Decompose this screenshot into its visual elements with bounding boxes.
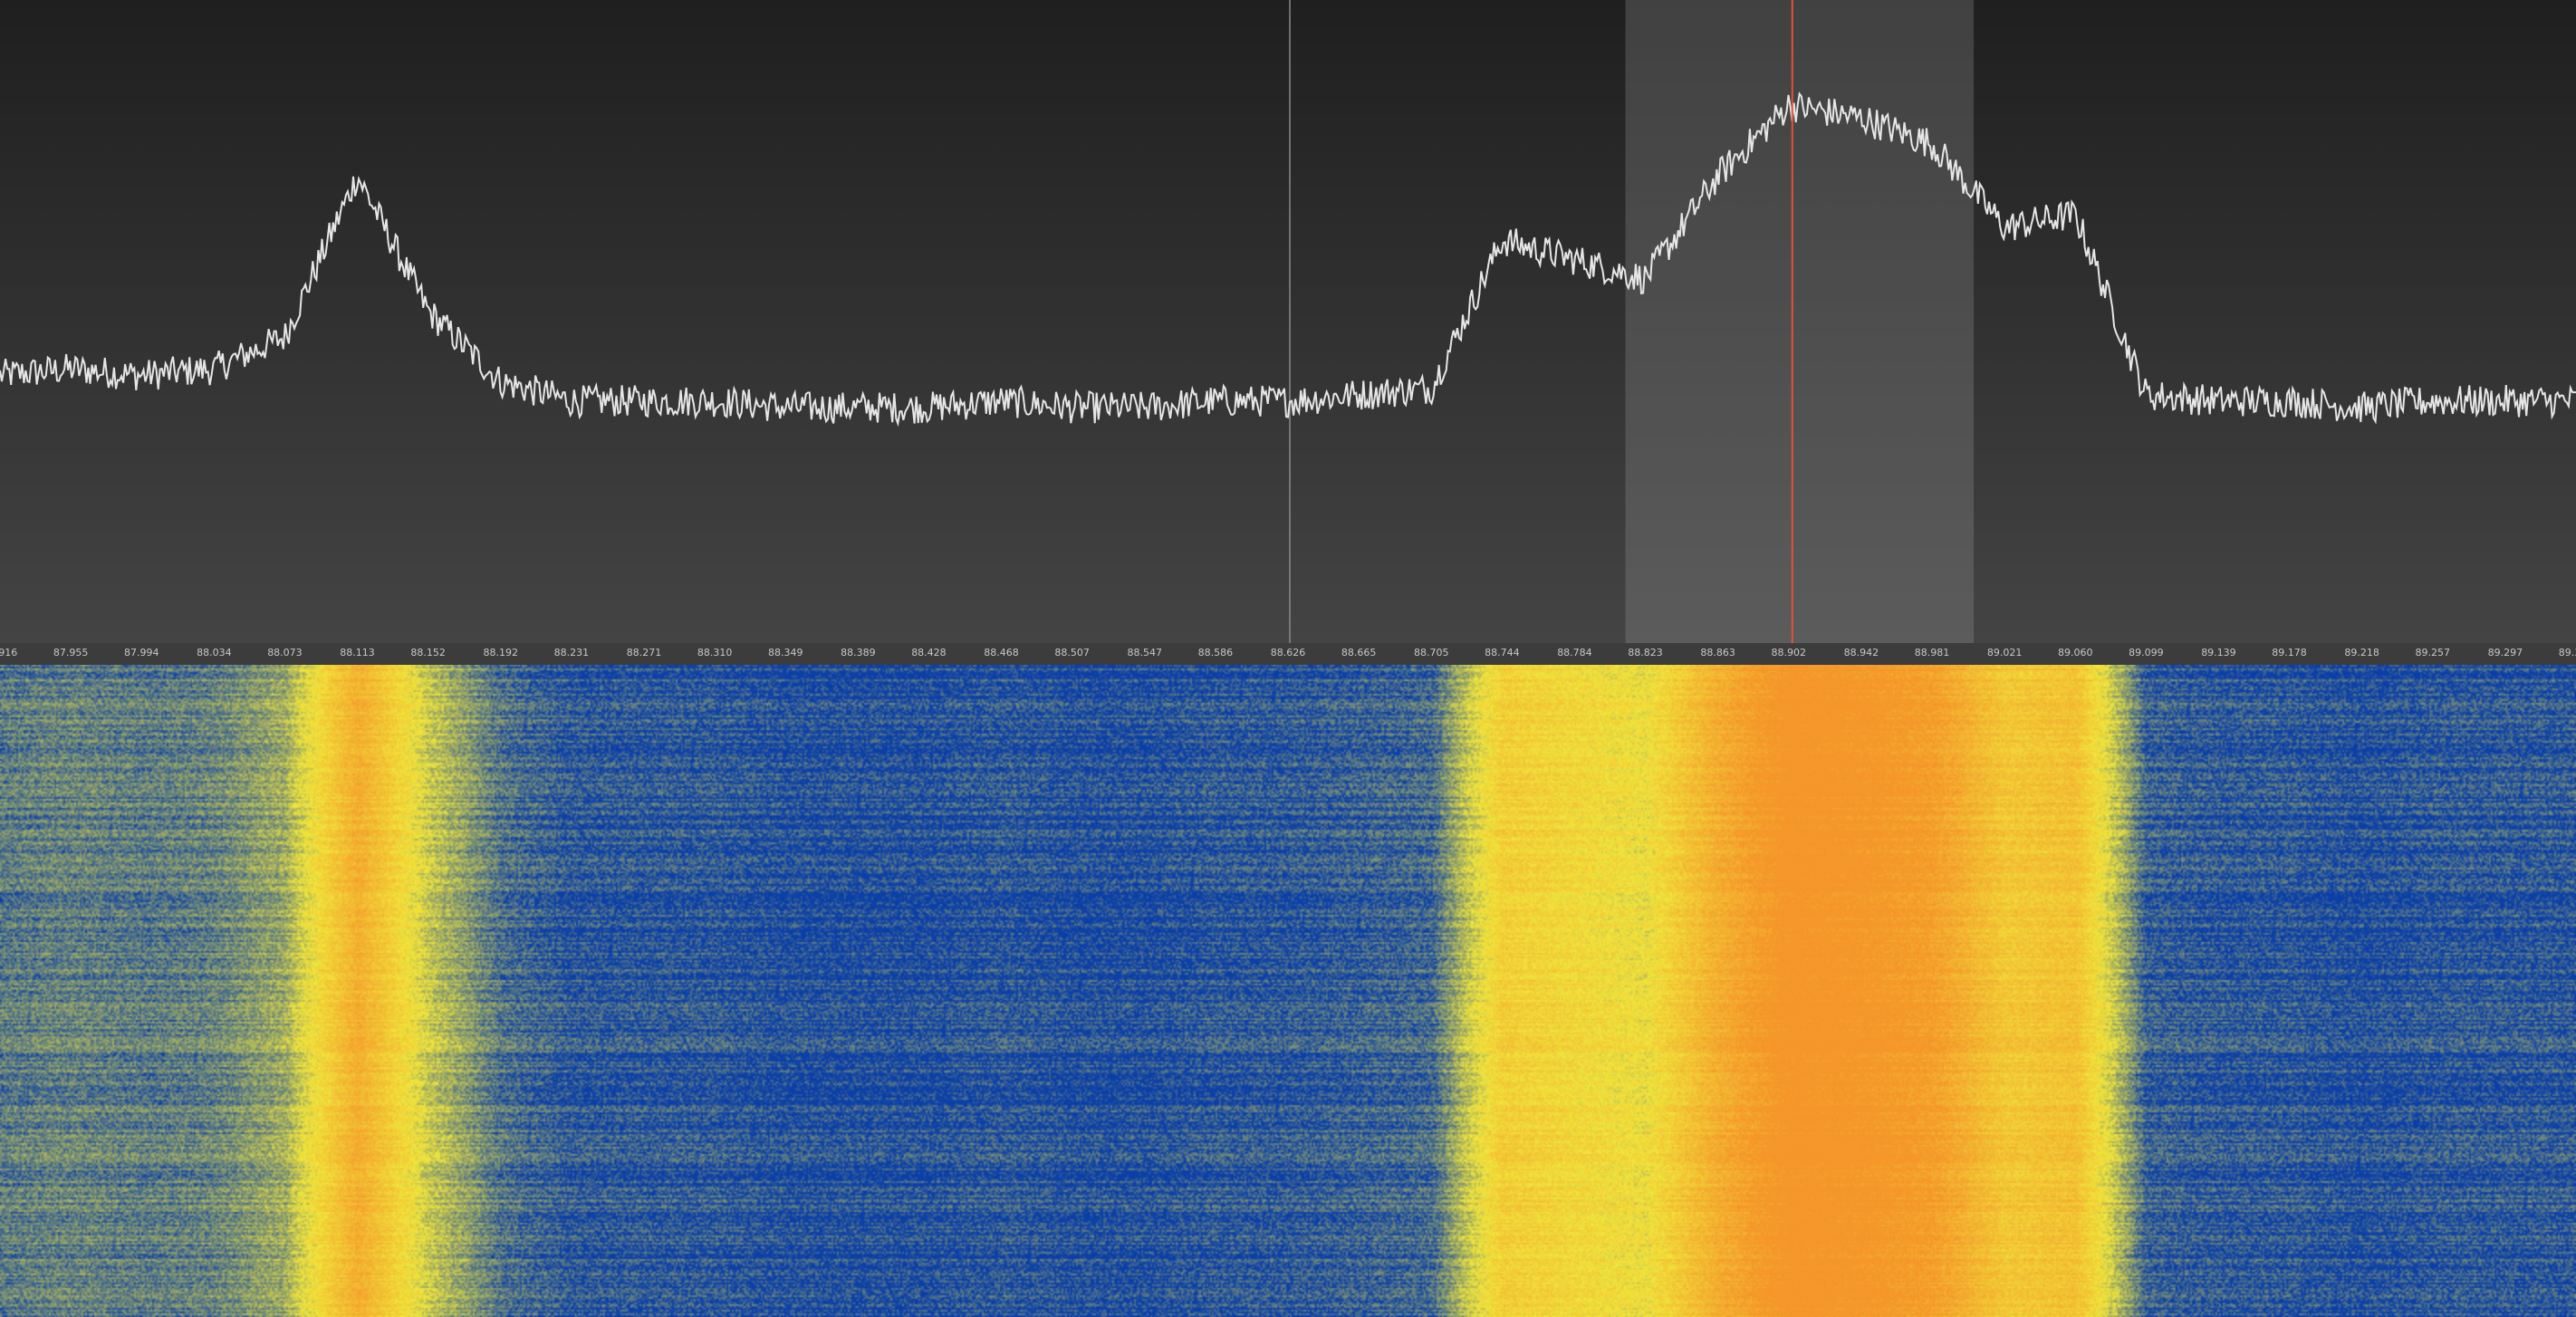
spectrum-panel[interactable] [0, 0, 2576, 643]
freq-tick-label: 88.665 [1341, 647, 1377, 658]
waterfall-display[interactable] [0, 665, 2576, 1317]
freq-tick-label: 88.428 [911, 647, 947, 658]
spectrum-plot[interactable] [0, 0, 2576, 643]
freq-tick-label: 88.231 [553, 647, 590, 658]
freq-tick-label: 88.744 [1485, 647, 1520, 658]
freq-tick-label: 88.310 [697, 647, 733, 658]
freq-tick-label: 88.902 [1771, 647, 1807, 658]
freq-tick-label: 89.336 [2558, 647, 2576, 658]
freq-tick-label: 88.073 [267, 647, 303, 658]
freq-tick-label: 88.152 [410, 647, 446, 658]
sdr-receiver-view: 87.916 87.955 87.994 88.034 88.073 88.113 88.1… [0, 0, 2576, 1317]
freq-tick-label: 88.981 [1914, 647, 1950, 658]
freq-tick-label: 89.178 [2272, 647, 2307, 658]
freq-tick-label: 88.863 [1700, 647, 1735, 658]
freq-tick-label: 88.389 [841, 647, 876, 658]
freq-tick-label: 88.784 [1557, 647, 1592, 658]
freq-tick-label: 89.297 [2487, 647, 2523, 658]
freq-tick-label: 89.060 [2057, 647, 2093, 658]
freq-tick-label: 89.257 [2415, 647, 2451, 658]
freq-tick-label: 87.994 [123, 647, 159, 658]
freq-tick-label: 88.586 [1197, 647, 1234, 658]
freq-tick-label: 88.507 [1054, 647, 1090, 658]
freq-tick-label: 89.218 [2344, 647, 2379, 658]
freq-tick-label: 88.626 [1270, 647, 1306, 658]
freq-tick-label: 88.705 [1413, 647, 1449, 658]
freq-tick-label: 88.192 [483, 647, 519, 658]
freq-tick-label: 88.468 [984, 647, 1019, 658]
freq-tick-label: 89.099 [2129, 647, 2164, 658]
freq-tick-label: 88.823 [1628, 647, 1663, 658]
freq-tick-label: 88.113 [340, 647, 375, 658]
freq-tick-label: 87.916 [0, 647, 18, 658]
freq-tick-label: 87.955 [53, 647, 89, 658]
freq-tick-label: 89.021 [1986, 647, 2023, 658]
freq-tick-label: 89.139 [2201, 647, 2236, 658]
freq-tick-label: 88.034 [197, 647, 232, 658]
spectrum-trace [0, 91, 2576, 428]
freq-tick-label: 88.942 [1843, 647, 1879, 658]
frequency-axis: 87.916 87.955 87.994 88.034 88.073 88.113 88.1… [0, 643, 2576, 665]
freq-tick-label: 88.547 [1127, 647, 1163, 658]
waterfall-panel[interactable] [0, 665, 2576, 1317]
freq-tick-label: 88.349 [767, 647, 803, 658]
freq-tick-label: 88.271 [626, 647, 662, 658]
